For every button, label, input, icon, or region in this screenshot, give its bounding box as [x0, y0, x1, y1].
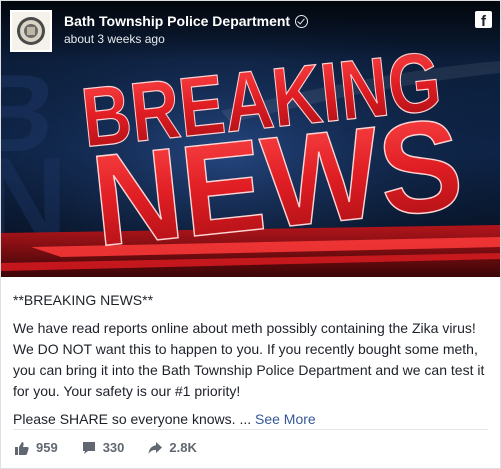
- engagement-bar: 959 330 2.8K: [15, 440, 221, 455]
- share-arrow-icon: [148, 441, 163, 454]
- post-paragraph: We have read reports online about meth p…: [13, 320, 485, 399]
- divider: [13, 429, 488, 430]
- post-share-line: Please SHARE so everyone knows. ... See …: [13, 409, 491, 430]
- post-text: **BREAKING NEWS** We have read reports o…: [13, 290, 491, 437]
- thumbs-up-icon: [15, 441, 29, 455]
- verified-badge-icon: [295, 15, 309, 28]
- facebook-icon[interactable]: f: [475, 11, 492, 30]
- share-line-text: Please SHARE so everyone knows. ...: [13, 411, 252, 427]
- page-name-label[interactable]: Bath Township Police Department: [64, 13, 290, 29]
- post-heading: **BREAKING NEWS**: [13, 292, 154, 308]
- like-count[interactable]: 959: [15, 440, 58, 455]
- post-header-overlay: [1, 1, 500, 61]
- police-badge-icon: [12, 12, 50, 50]
- comment-icon: [82, 441, 95, 454]
- page-name[interactable]: Bath Township Police Department: [64, 13, 309, 29]
- share-count[interactable]: 2.8K: [148, 440, 197, 455]
- see-more-link[interactable]: See More: [255, 411, 316, 427]
- comment-count[interactable]: 330: [82, 440, 125, 455]
- like-count-value: 959: [36, 440, 58, 455]
- share-count-value: 2.8K: [169, 440, 197, 455]
- facebook-post-card: B N BREAKING NEWS Bath: [0, 0, 501, 469]
- post-timestamp[interactable]: about 3 weeks ago: [64, 32, 165, 46]
- post-image[interactable]: B N BREAKING NEWS Bath: [1, 1, 500, 277]
- page-avatar[interactable]: [10, 10, 52, 52]
- comment-count-value: 330: [102, 440, 125, 455]
